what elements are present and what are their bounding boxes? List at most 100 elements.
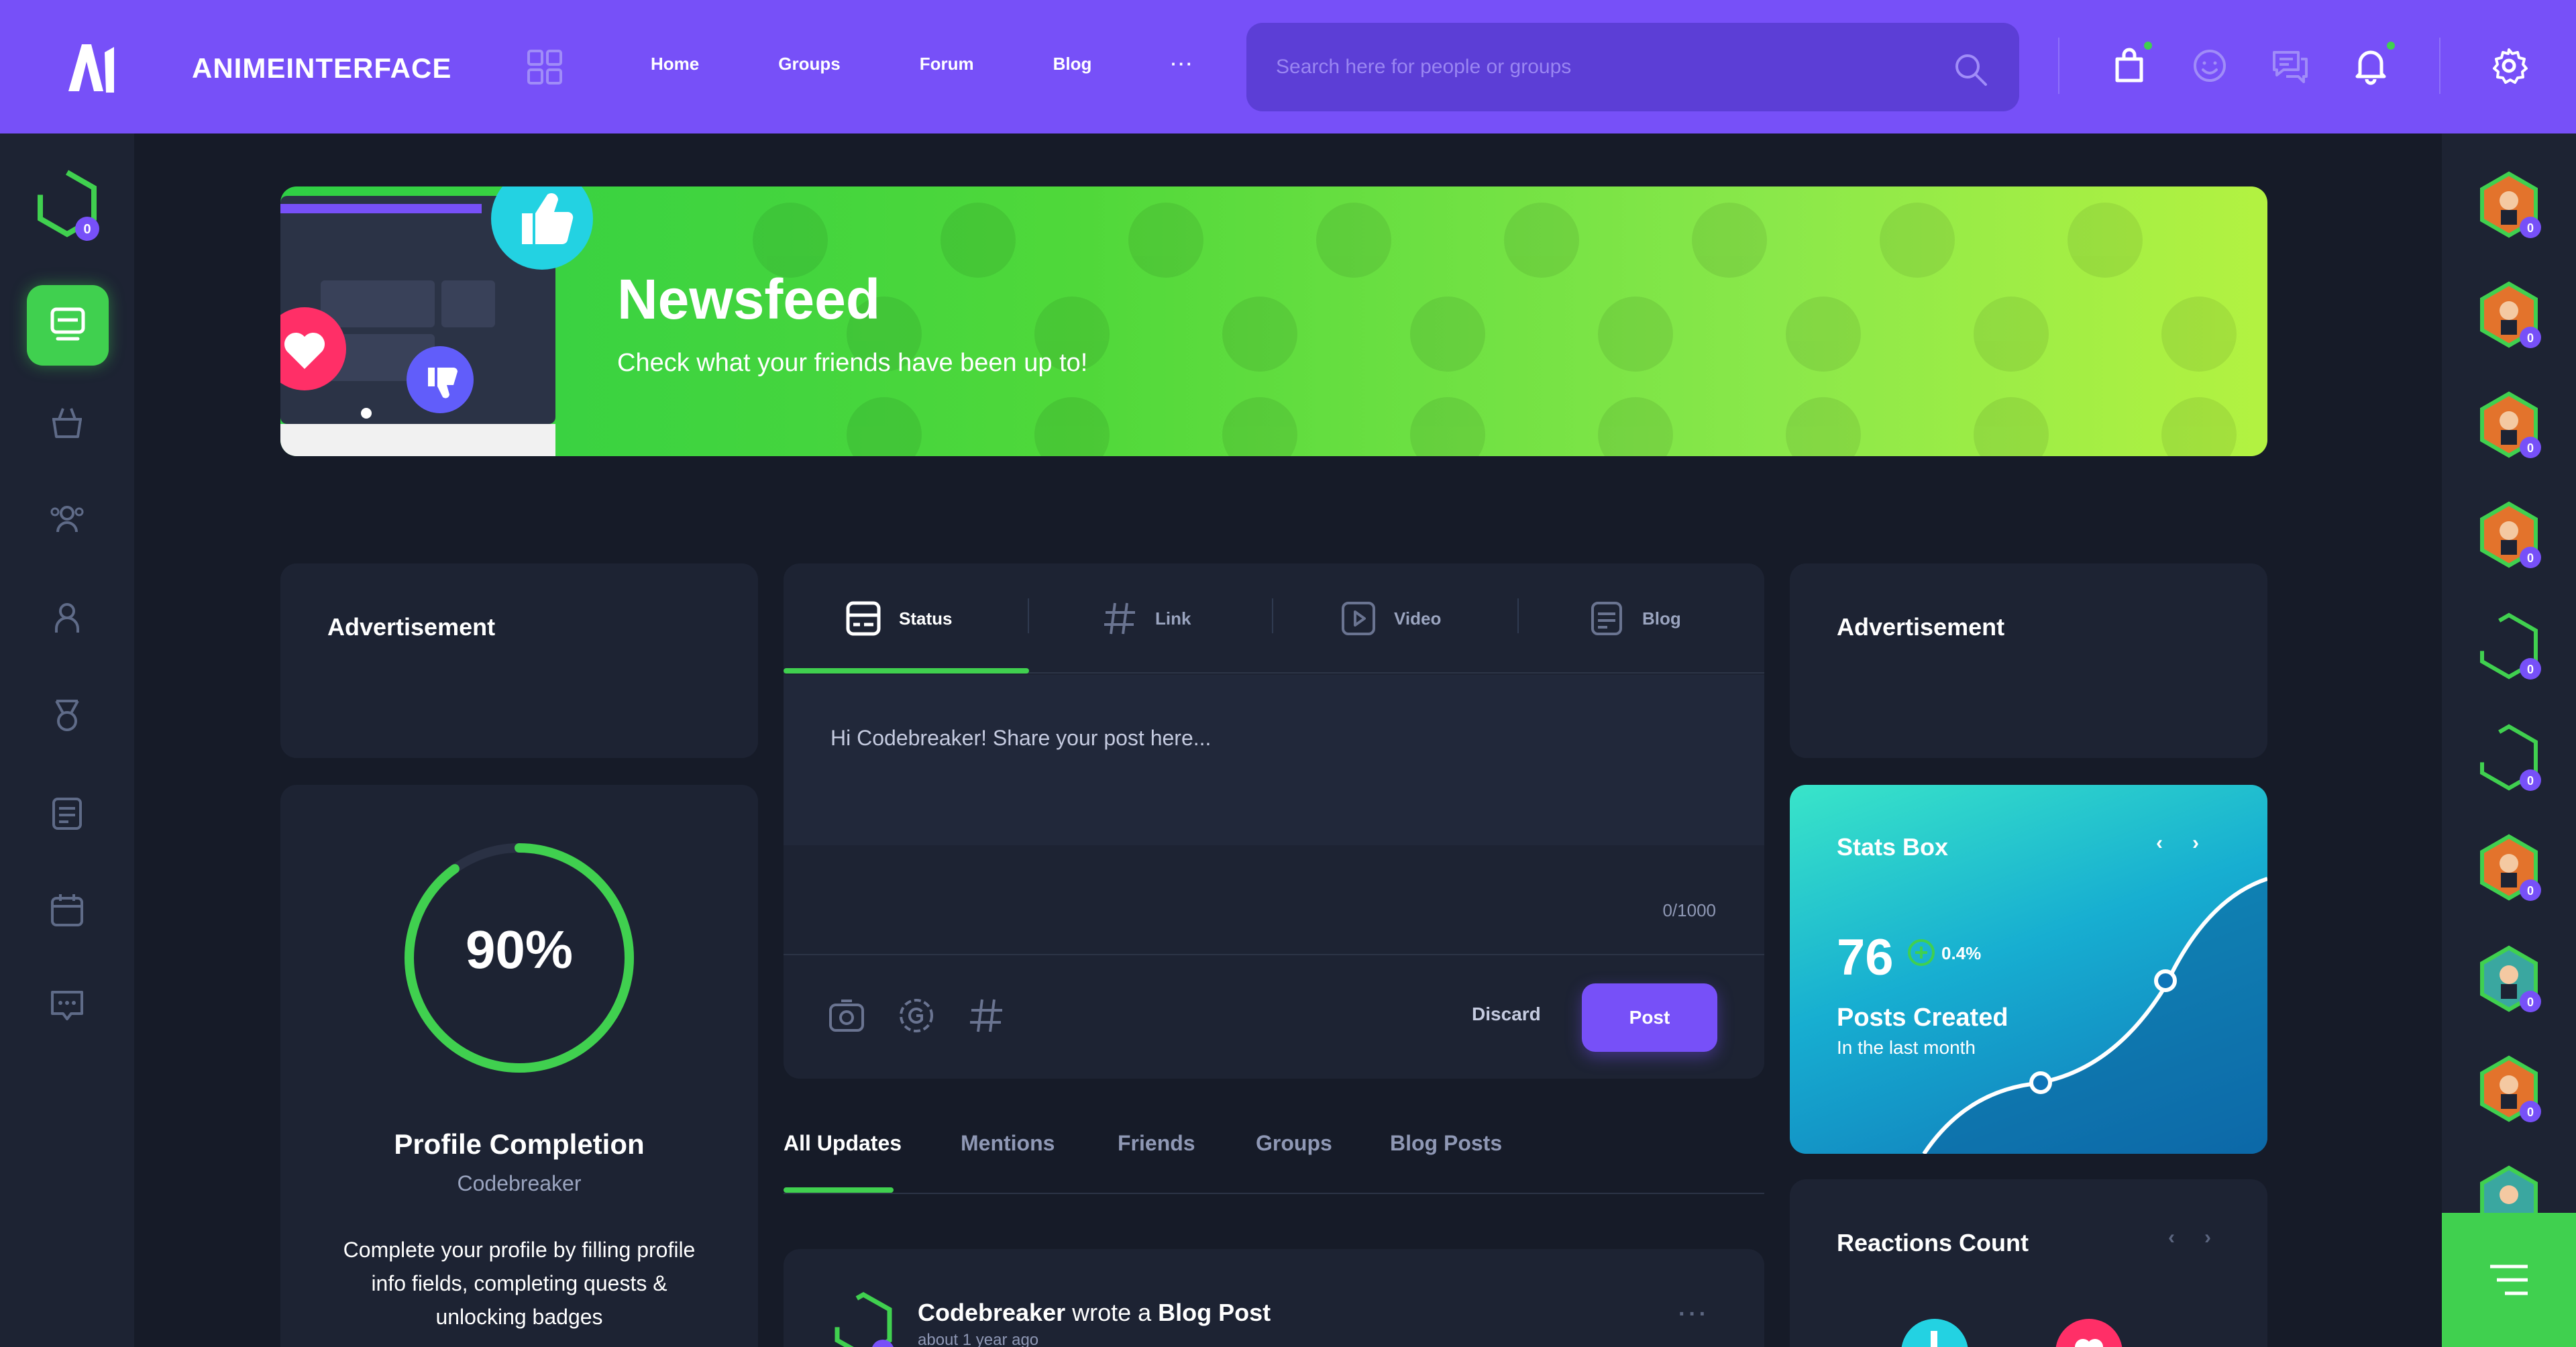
- post-author-avatar[interactable]: 0: [826, 1291, 900, 1347]
- banner-title: Newsfeed: [617, 268, 881, 331]
- brand-name[interactable]: ANIMEINTERFACE: [192, 52, 451, 85]
- stats-label: Posts Created: [1837, 1004, 2008, 1032]
- search-bar: [1246, 23, 2019, 111]
- friend-level-badge: 0: [2527, 995, 2534, 1009]
- events-calendar-icon[interactable]: [47, 890, 87, 930]
- notifications-bell-icon[interactable]: [2349, 44, 2392, 87]
- reactions-next-chevron-icon[interactable]: ›: [2204, 1226, 2211, 1249]
- stats-prev-chevron-icon[interactable]: ‹: [2156, 832, 2163, 855]
- stats-next-chevron-icon[interactable]: ›: [2192, 832, 2199, 855]
- messages-icon[interactable]: [2269, 44, 2312, 87]
- user-level-badge: 0: [83, 222, 91, 237]
- sidebar-item-newsfeed[interactable]: [27, 285, 109, 366]
- friend-avatar[interactable]: 0: [2474, 611, 2549, 686]
- chat-icon[interactable]: [47, 985, 87, 1026]
- search-input[interactable]: [1276, 50, 1920, 85]
- stats-sublabel: In the last month: [1837, 1037, 1976, 1058]
- profile-completion-card: 90% Profile Completion Codebreaker Compl…: [280, 785, 758, 1347]
- tab-video-label: Video: [1394, 608, 1442, 629]
- status-icon: [846, 601, 881, 636]
- tab-link[interactable]: Link: [1102, 600, 1191, 637]
- advertisement-card-left[interactable]: Advertisement: [280, 563, 758, 758]
- menu-lines-icon: [2490, 1264, 2528, 1295]
- friend-avatar[interactable]: 0: [2474, 500, 2549, 575]
- friend-level-badge: 0: [2527, 884, 2534, 898]
- tab-groups[interactable]: Groups: [1256, 1131, 1332, 1156]
- heart-reaction-icon: [280, 307, 346, 390]
- shopping-bag-icon[interactable]: [2108, 44, 2151, 87]
- friend-avatar[interactable]: 0: [2474, 832, 2549, 908]
- nav-more[interactable]: ···: [1171, 54, 1194, 74]
- friend-avatar[interactable]: 0: [2474, 280, 2549, 355]
- grid-menu-icon[interactable]: [526, 48, 564, 86]
- forums-icon[interactable]: [47, 794, 87, 834]
- camera-icon[interactable]: [826, 995, 867, 1036]
- tab-status[interactable]: Status: [845, 600, 952, 637]
- advertisement-card-right[interactable]: Advertisement: [1790, 563, 2267, 758]
- post-textarea[interactable]: [784, 675, 1764, 845]
- friend-avatar[interactable]: 0: [2474, 390, 2549, 465]
- chat-widget-toggle[interactable]: [2442, 1213, 2576, 1347]
- hashtag-tool-icon[interactable]: [966, 995, 1006, 1036]
- badges-icon[interactable]: [47, 696, 87, 736]
- post-type[interactable]: Blog Post: [1158, 1299, 1271, 1326]
- profile-username[interactable]: Codebreaker: [280, 1171, 758, 1196]
- post-composer: Status Link Video Blog Hi Codebreaker! S…: [784, 563, 1764, 1079]
- advertisement-title: Advertisement: [1837, 613, 2005, 641]
- tab-blog-label: Blog: [1642, 608, 1681, 629]
- tab-blog[interactable]: Blog: [1589, 600, 1681, 637]
- post-button[interactable]: Post: [1582, 983, 1717, 1052]
- friend-level-badge: 0: [2527, 441, 2534, 455]
- thumbs-down-icon: [407, 346, 474, 413]
- friend-avatar[interactable]: 0: [2474, 944, 2549, 1019]
- love-reaction-icon: [2055, 1319, 2123, 1347]
- groups-icon[interactable]: [47, 500, 87, 540]
- profile-completion-title: Profile Completion: [394, 1128, 645, 1160]
- newsfeed-banner: [280, 186, 2267, 456]
- right-sidebar-friends: 0 0 0 0 0 0 0 0 0: [2442, 133, 2576, 1347]
- friend-level-badge: 0: [2527, 1106, 2534, 1119]
- composer-divider: [784, 954, 1764, 955]
- main-nav: Home Groups Forum Blog ···: [651, 54, 1194, 74]
- stats-box-title: Stats Box: [1837, 833, 1949, 861]
- settings-gear-icon[interactable]: [2487, 44, 2530, 87]
- nav-forum[interactable]: Forum: [920, 54, 974, 74]
- friend-avatar[interactable]: 0: [2474, 722, 2549, 798]
- members-icon[interactable]: [47, 598, 87, 638]
- tab-mentions[interactable]: Mentions: [961, 1131, 1055, 1156]
- post-options-icon[interactable]: ···: [1678, 1301, 1709, 1328]
- tab-video[interactable]: Video: [1340, 600, 1441, 637]
- stats-box: Stats Box ‹ › 76 0.4% Posts Created In t…: [1790, 785, 2267, 1154]
- user-avatar[interactable]: 0: [30, 168, 105, 244]
- friend-level-badge: 0: [2527, 663, 2534, 676]
- nav-home[interactable]: Home: [651, 54, 699, 74]
- feed-filter-tabs: All Updates Mentions Friends Groups Blog…: [784, 1114, 1764, 1194]
- marketplace-icon[interactable]: [47, 402, 87, 442]
- friend-avatar[interactable]: 0: [2474, 1054, 2549, 1129]
- stats-value: 76: [1837, 929, 1894, 986]
- nav-groups[interactable]: Groups: [778, 54, 840, 74]
- nav-blog[interactable]: Blog: [1053, 54, 1092, 74]
- increase-plus-icon: [1908, 939, 1935, 966]
- search-icon[interactable]: [1952, 51, 1990, 89]
- discard-button[interactable]: Discard: [1472, 1004, 1541, 1025]
- tab-blog-posts[interactable]: Blog Posts: [1390, 1131, 1502, 1156]
- friend-avatar[interactable]: 0: [2474, 170, 2549, 245]
- friend-level-badge: 0: [2527, 221, 2534, 235]
- logo-icon[interactable]: [64, 39, 121, 95]
- video-icon: [1342, 602, 1375, 635]
- tab-divider: [1517, 598, 1519, 633]
- reactions-prev-chevron-icon[interactable]: ‹: [2168, 1226, 2175, 1249]
- post-timestamp: about 1 year ago: [918, 1331, 1039, 1347]
- active-feed-tab-indicator: [784, 1187, 894, 1193]
- friend-level-badge: 0: [2527, 774, 2534, 788]
- advertisement-title: Advertisement: [327, 613, 496, 641]
- gif-icon[interactable]: [896, 995, 936, 1036]
- post-headline: Codebreaker wrote a Blog Post: [918, 1299, 1271, 1327]
- friend-requests-icon[interactable]: [2188, 44, 2231, 87]
- tab-divider: [1028, 598, 1029, 633]
- character-counter: 0/1000: [1662, 900, 1716, 920]
- post-author-name[interactable]: Codebreaker: [918, 1299, 1065, 1326]
- tab-friends[interactable]: Friends: [1118, 1131, 1195, 1156]
- tab-all-updates[interactable]: All Updates: [784, 1131, 902, 1156]
